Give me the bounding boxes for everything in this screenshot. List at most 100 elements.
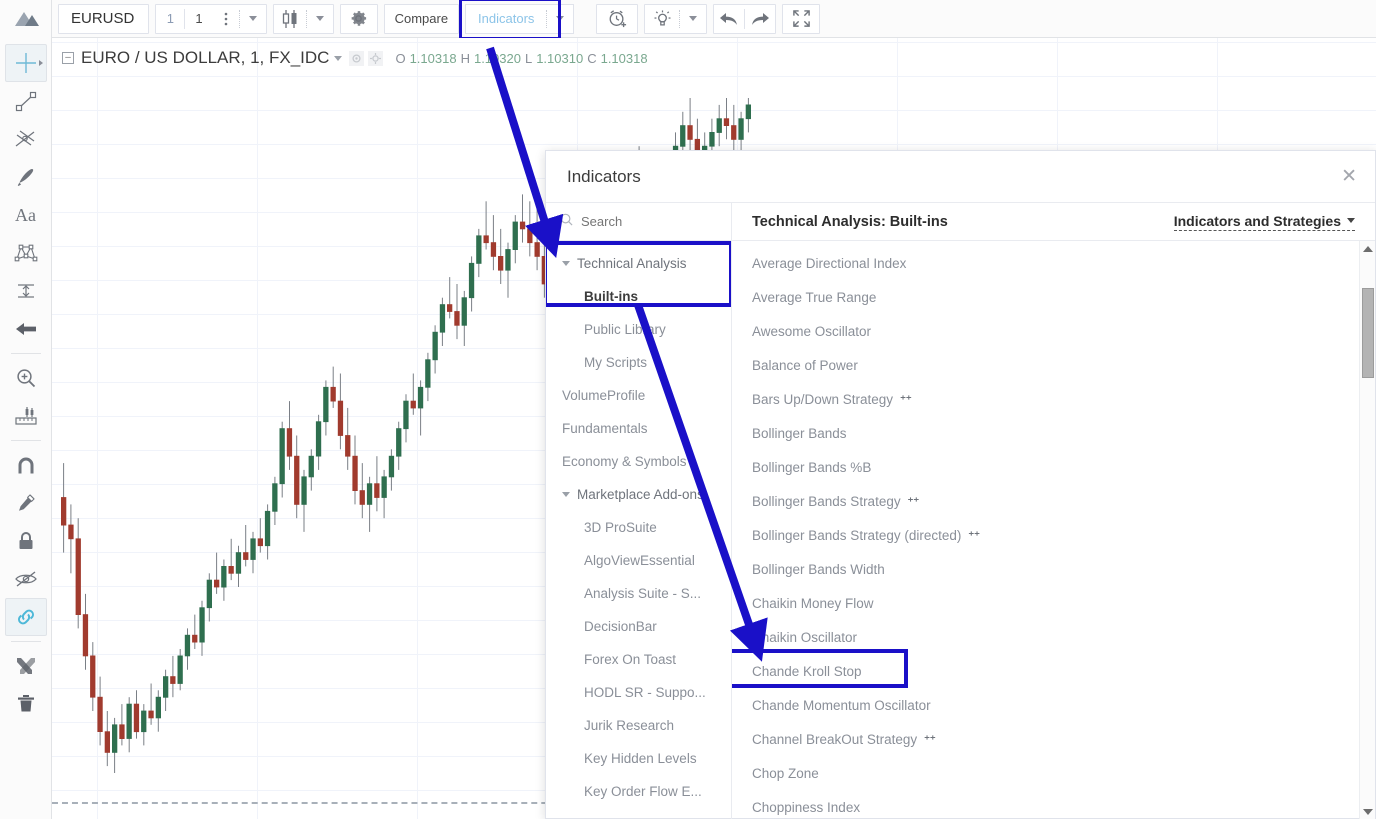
redo-arrow-icon[interactable] <box>745 5 775 33</box>
measure-ruler-icon[interactable] <box>5 397 47 435</box>
search-row[interactable] <box>546 203 731 241</box>
indicator-row[interactable]: Chaikin Oscillator <box>732 620 1375 654</box>
ideas-chevron-down-icon[interactable] <box>680 5 706 33</box>
category-item[interactable]: LazyBear - MTF <box>546 808 731 819</box>
eye-hidden-icon[interactable] <box>5 560 47 598</box>
indicators-and-strategies-dropdown[interactable]: Indicators and Strategies <box>1173 213 1355 231</box>
alarm-clock-add-icon[interactable] <box>597 5 637 33</box>
category-item[interactable]: Forex On Toast <box>546 643 731 676</box>
candlestick-icon[interactable] <box>274 5 306 33</box>
chevron-down-icon[interactable] <box>334 55 343 61</box>
dialog-body: Technical Analysis Built-ins Public Librar… <box>546 203 1375 819</box>
indicators-button[interactable]: Indicators <box>466 11 546 26</box>
category-item[interactable]: 3D ProSuite <box>546 511 731 544</box>
pitchfork-icon[interactable] <box>5 120 47 158</box>
category-item[interactable]: AlgoViewEssential <box>546 544 731 577</box>
pencil-eraser-icon[interactable] <box>5 484 47 522</box>
resolution-active[interactable]: 1 <box>156 5 184 33</box>
divider <box>10 353 41 354</box>
left-drawing-toolbar: Aa <box>0 38 52 819</box>
category-label: Key Order Flow E... <box>584 784 702 799</box>
indicator-row[interactable]: Bollinger Bands Strategy ⁺⁺ <box>732 484 1375 518</box>
indicator-row[interactable]: Bollinger Bands <box>732 416 1375 450</box>
category-item[interactable]: VolumeProfile <box>546 379 731 412</box>
category-item[interactable]: Public Library <box>546 313 731 346</box>
text-tool-icon[interactable]: Aa <box>5 196 47 234</box>
indicator-row[interactable]: Chaikin Money Flow <box>732 586 1375 620</box>
category-item[interactable]: Jurik Research <box>546 709 731 742</box>
trend-line-icon[interactable] <box>5 82 47 120</box>
indicator-row[interactable]: Bollinger Bands Width <box>732 552 1375 586</box>
category-item[interactable]: Economy & Symbols <box>546 445 731 478</box>
trash-icon[interactable] <box>5 685 47 723</box>
indicator-row[interactable]: Bollinger Bands Strategy (directed) ⁺⁺ <box>732 518 1375 552</box>
ohlc-readout: O 1.10318 H 1.10320 L 1.10310 C 1.10318 <box>395 51 647 66</box>
chart-type-chevron-down-icon[interactable] <box>307 5 333 33</box>
resolution-group: 1 1 <box>155 3 267 34</box>
tool-chevron-right-icon[interactable] <box>38 60 43 66</box>
indicator-row[interactable]: Average Directional Index <box>732 246 1375 280</box>
scroll-thumb[interactable] <box>1362 288 1374 378</box>
category-item[interactable]: DecisionBar <box>546 610 731 643</box>
zoom-in-icon[interactable] <box>5 359 47 397</box>
dialog-header: Indicators ✕ <box>546 151 1375 203</box>
forecast-ruler-icon[interactable] <box>5 272 47 310</box>
crosshair-cursor-icon[interactable] <box>4 44 47 82</box>
strategy-marker-icon: ⁺⁺ <box>907 495 920 508</box>
chart-legend-title[interactable]: EURO / US DOLLAR, 1, FX_IDC <box>81 48 329 68</box>
search-input[interactable] <box>581 214 701 229</box>
indicator-label: Bollinger Bands Strategy <box>752 493 901 509</box>
lock-icon[interactable] <box>5 522 47 560</box>
indicator-list-scrollbar[interactable] <box>1359 241 1375 819</box>
category-item[interactable]: Key Order Flow E... <box>546 775 731 808</box>
category-item[interactable]: Built-ins <box>546 280 731 313</box>
indicator-row[interactable]: Balance of Power <box>732 348 1375 382</box>
scroll-up-arrow-icon[interactable] <box>1360 241 1376 257</box>
category-item[interactable]: Fundamentals <box>546 412 731 445</box>
indicator-row[interactable]: Channel BreakOut Strategy ⁺⁺ <box>732 722 1375 756</box>
visibility-icon[interactable] <box>349 50 365 66</box>
gear-icon[interactable] <box>341 5 377 33</box>
close-x-icon[interactable]: ✕ <box>1341 167 1357 186</box>
scroll-down-arrow-icon[interactable] <box>1360 804 1376 819</box>
indicator-row[interactable]: Average True Range <box>732 280 1375 314</box>
link-chain-icon[interactable] <box>4 598 47 636</box>
resolution-value[interactable]: 1 <box>185 5 212 33</box>
indicator-row[interactable]: Chande Kroll Stop <box>732 649 1375 688</box>
collapse-pane-icon[interactable]: – <box>62 52 74 64</box>
interval-chevron-down-icon[interactable] <box>240 5 266 33</box>
fullscreen-expand-icon[interactable] <box>783 5 819 33</box>
category-item[interactable]: HODL SR - Suppo... <box>546 676 731 709</box>
indicator-row[interactable]: Awesome Oscillator <box>732 314 1375 348</box>
category-item[interactable]: My Scripts <box>546 346 731 379</box>
arrow-left-icon[interactable] <box>5 310 47 348</box>
category-label: Analysis Suite - S... <box>584 586 702 601</box>
vertical-dots-icon[interactable] <box>213 5 239 33</box>
undo-arrow-icon[interactable] <box>714 5 744 33</box>
compare-button[interactable]: Compare <box>385 5 458 33</box>
indicator-row[interactable]: Bollinger Bands %B <box>732 450 1375 484</box>
brush-icon[interactable] <box>5 158 47 196</box>
category-item[interactable]: Key Hidden Levels <box>546 742 731 775</box>
indicator-row[interactable]: Chande Momentum Oscillator <box>732 688 1375 722</box>
indicator-label: Channel BreakOut Strategy <box>752 731 918 747</box>
patterns-xabcd-icon[interactable] <box>5 234 47 272</box>
indicators-chevron-down-icon[interactable] <box>547 5 573 33</box>
expand-triangle-icon[interactable] <box>562 492 570 497</box>
symbol-button[interactable]: EURUSD <box>59 5 148 33</box>
indicator-row[interactable]: Bars Up/Down Strategy ⁺⁺ <box>732 382 1375 416</box>
indicator-row[interactable]: Chop Zone <box>732 756 1375 790</box>
indicator-label: Chaikin Oscillator <box>752 629 858 645</box>
expand-triangle-icon[interactable] <box>562 261 570 266</box>
tradingview-logo-icon[interactable] <box>0 0 52 38</box>
category-item[interactable]: Marketplace Add-ons <box>546 478 731 511</box>
indicator-row[interactable]: Choppiness Index <box>732 790 1375 819</box>
category-item[interactable]: Technical Analysis <box>546 247 731 280</box>
chart-settings-icon[interactable] <box>368 50 384 66</box>
tools-cross-icon[interactable] <box>5 647 47 685</box>
indicator-label: Awesome Oscillator <box>752 323 872 339</box>
magnet-icon[interactable] <box>5 446 47 484</box>
lightbulb-icon[interactable] <box>645 5 679 33</box>
indicator-label: Choppiness Index <box>752 799 861 815</box>
category-item[interactable]: Analysis Suite - S... <box>546 577 731 610</box>
